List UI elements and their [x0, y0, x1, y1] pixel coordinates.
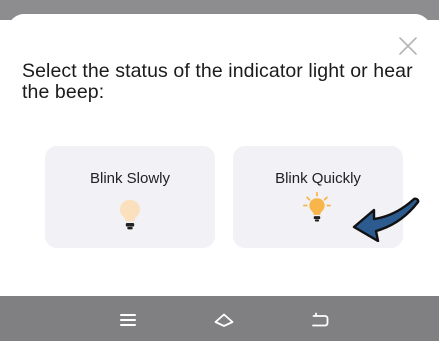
system-navigation-bar	[0, 296, 439, 341]
close-icon	[399, 37, 417, 55]
back-icon	[312, 312, 329, 327]
blink-quickly-label: Blink Quickly	[275, 170, 361, 187]
home-button[interactable]	[212, 308, 236, 332]
back-button[interactable]	[308, 308, 332, 332]
blink-slowly-label: Blink Slowly	[89, 170, 171, 187]
lightbulb-dim-icon	[120, 200, 140, 230]
lightbulb-lit-icon	[303, 192, 331, 222]
dialog-prompt: Select the status of the indicator light…	[22, 60, 413, 103]
menu-button[interactable]	[116, 308, 140, 332]
arrow-pointer-icon	[352, 197, 420, 242]
menu-icon	[120, 314, 136, 326]
home-icon	[214, 313, 234, 327]
blink-slowly-option[interactable]: Blink Slowly	[45, 146, 215, 248]
close-button[interactable]	[396, 34, 420, 58]
